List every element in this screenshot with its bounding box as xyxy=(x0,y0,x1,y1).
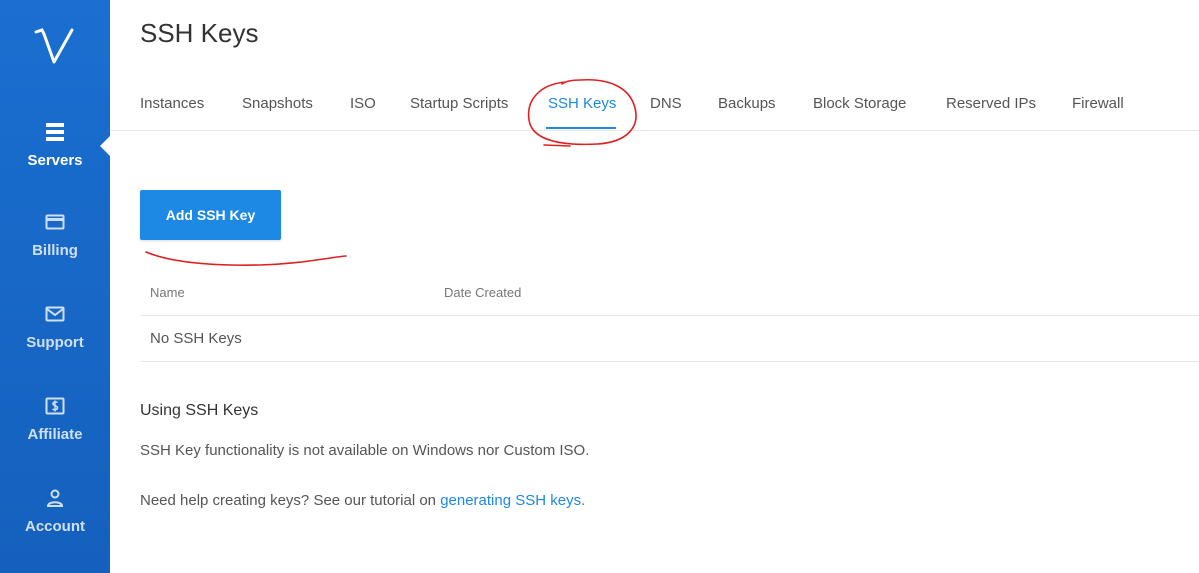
tab-block-storage[interactable]: Block Storage xyxy=(813,95,906,112)
info-text-windows: SSH Key functionality is not available o… xyxy=(140,442,590,459)
credit-card-icon xyxy=(43,210,67,234)
sidebar-item-label: Servers xyxy=(27,152,83,169)
page-title: SSH Keys xyxy=(140,18,259,48)
tab-instances[interactable]: Instances xyxy=(140,95,204,112)
sidebar-item-label: Billing xyxy=(32,242,78,259)
sidebar-item-support[interactable]: Support xyxy=(0,302,110,382)
info-text-prefix: Need help creating keys? See our tutoria… xyxy=(140,492,441,509)
column-header-date-created[interactable]: Date Created xyxy=(444,285,521,300)
tab-dns[interactable]: DNS xyxy=(650,95,682,112)
dollar-icon xyxy=(43,394,67,418)
section-title: Using SSH Keys xyxy=(140,402,259,419)
envelope-icon xyxy=(43,302,67,326)
sidebar-item-servers[interactable]: Servers xyxy=(0,120,110,200)
active-nav-caret xyxy=(100,136,110,156)
user-icon xyxy=(43,486,67,510)
tab-bar: Instances Snapshots ISO Startup Scripts … xyxy=(110,82,1199,131)
sidebar-item-label: Account xyxy=(25,518,85,535)
servers-icon xyxy=(43,120,67,144)
generating-ssh-keys-link[interactable]: generating SSH keys. xyxy=(440,492,585,509)
tab-startup-scripts[interactable]: Startup Scripts xyxy=(410,95,508,112)
tab-reserved-ips[interactable]: Reserved IPs xyxy=(946,95,1036,112)
tab-iso[interactable]: ISO xyxy=(350,95,376,112)
info-text-tutorial: Need help creating keys? See our tutoria… xyxy=(140,492,585,509)
red-underline-annotation xyxy=(145,251,347,266)
sidebar-item-account[interactable]: Account xyxy=(0,486,110,566)
table-header-row: Name Date Created xyxy=(140,270,1199,316)
sidebar: Servers Billing Support Affiliate Accoun… xyxy=(0,0,110,573)
active-tab-indicator xyxy=(546,127,616,129)
tab-snapshots[interactable]: Snapshots xyxy=(242,95,313,112)
column-header-name[interactable]: Name xyxy=(150,285,185,300)
add-ssh-key-button[interactable]: Add SSH Key xyxy=(140,190,281,240)
ssh-keys-table: Name Date Created No SSH Keys xyxy=(140,270,1199,362)
sidebar-item-affiliate[interactable]: Affiliate xyxy=(0,394,110,474)
tab-firewall[interactable]: Firewall xyxy=(1072,95,1124,112)
tab-backups[interactable]: Backups xyxy=(718,95,776,112)
tab-ssh-keys[interactable]: SSH Keys xyxy=(548,95,616,112)
vultr-logo-icon[interactable] xyxy=(30,26,80,70)
empty-table-message: No SSH Keys xyxy=(150,330,242,347)
table-row: No SSH Keys xyxy=(140,316,1199,362)
sidebar-item-label: Affiliate xyxy=(27,426,83,443)
sidebar-item-billing[interactable]: Billing xyxy=(0,210,110,290)
sidebar-item-label: Support xyxy=(26,334,84,351)
